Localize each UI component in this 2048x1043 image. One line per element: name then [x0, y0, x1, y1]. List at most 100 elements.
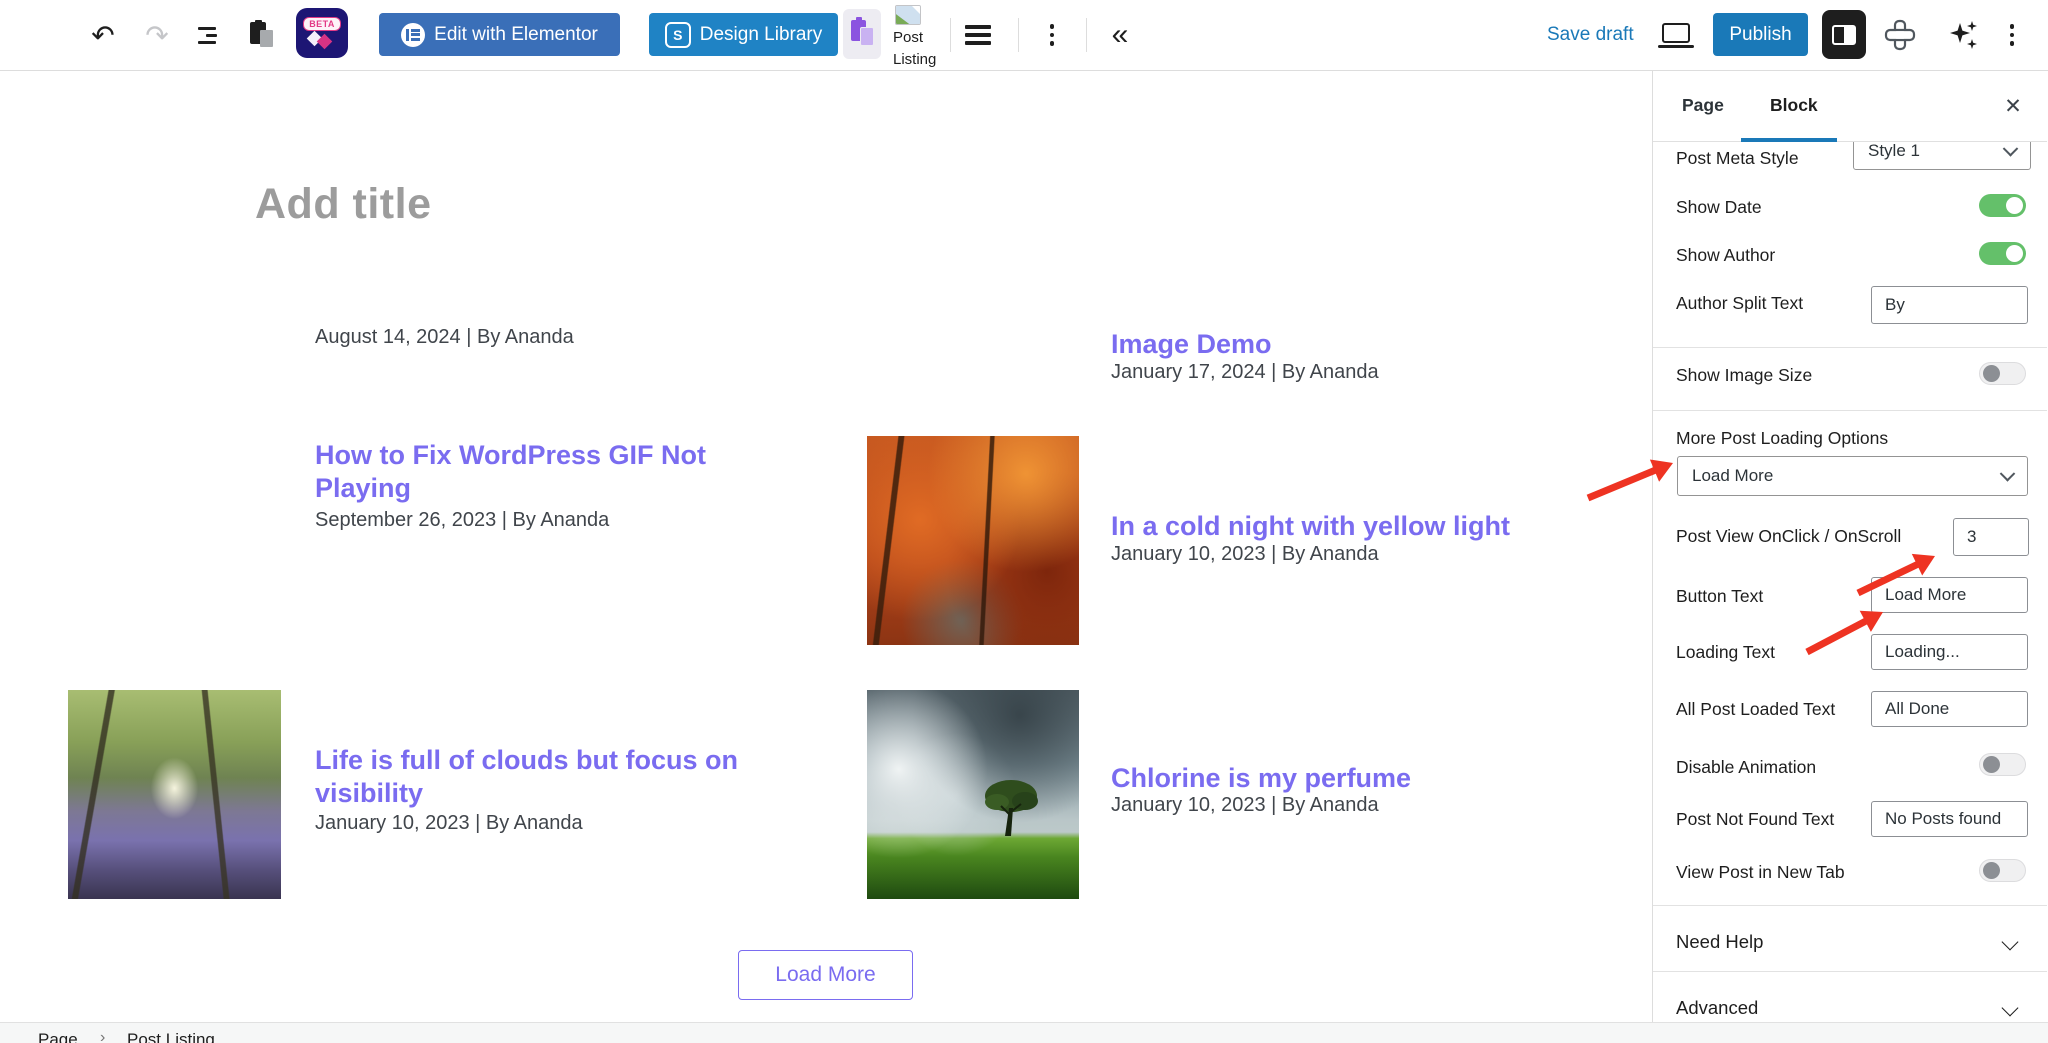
- all-post-loaded-text-input[interactable]: [1871, 691, 2028, 727]
- show-date-toggle[interactable]: [1979, 194, 2026, 217]
- plugin-extension-button[interactable]: [1880, 15, 1920, 55]
- breadcrumb-post-listing[interactable]: Post Listing: [127, 1030, 215, 1043]
- need-help-accordion[interactable]: Need Help: [1676, 931, 1763, 953]
- block-options-button[interactable]: [1040, 23, 1064, 47]
- post-meta: January 10, 2023 | By Ananda: [1111, 794, 1379, 816]
- post-not-found-text-label: Post Not Found Text: [1676, 809, 1835, 829]
- post-title-link[interactable]: How to Fix WordPress GIF Not Playing: [315, 439, 755, 505]
- chevron-down-icon: [2002, 141, 2019, 157]
- copy-all-blocks-button[interactable]: [248, 20, 278, 50]
- close-icon: ✕: [2004, 94, 2022, 118]
- selected-block-label: Post Listing: [893, 29, 937, 67]
- toggle-knob: [1983, 365, 2000, 382]
- tree-silhouette: [985, 780, 1038, 836]
- view-post-in-new-tab-toggle[interactable]: [1979, 859, 2026, 882]
- settings-sidebar-toggle[interactable]: [1822, 10, 1866, 59]
- post-thumbnail-forest-path[interactable]: [68, 690, 281, 899]
- redo-button[interactable]: ↷: [140, 18, 174, 52]
- toolbar-separator: [1018, 18, 1019, 52]
- more-post-loading-options-select[interactable]: Load More: [1677, 456, 2028, 496]
- loading-text-input[interactable]: [1871, 634, 2028, 670]
- sparkles-icon: [1950, 21, 1977, 49]
- post-title-link[interactable]: Life is full of clouds but focus on visi…: [315, 744, 785, 810]
- post-meta: September 26, 2023 | By Ananda: [315, 509, 610, 531]
- section-divider: [1653, 347, 2047, 348]
- post-meta-style-label: Post Meta Style: [1676, 148, 1799, 168]
- editor-topbar: + ↶ ↷ BETA Edit with Elementor S Design …: [0, 0, 2048, 71]
- undo-icon: ↶: [91, 19, 115, 51]
- clipboard-icon: [248, 20, 278, 50]
- sidebar-panel-icon: [1832, 24, 1856, 45]
- redo-icon: ↷: [145, 19, 169, 51]
- more-post-loading-options-label: More Post Loading Options: [1676, 428, 1889, 448]
- design-library-label: Design Library: [699, 23, 823, 45]
- elementor-icon: [401, 22, 426, 47]
- gutenberg-editor: { "colors": { "accent_blue": "#1a79b8", …: [0, 0, 2048, 1043]
- post-meta: August 14, 2024 | By Ananda: [315, 326, 574, 348]
- editor-options-button[interactable]: [2000, 23, 2024, 47]
- design-library-icon: S: [664, 21, 691, 48]
- show-image-size-toggle[interactable]: [1979, 362, 2026, 385]
- breadcrumb-chevron-icon: ›: [100, 1029, 106, 1043]
- edit-with-elementor-button[interactable]: Edit with Elementor: [379, 13, 620, 56]
- show-date-label: Show Date: [1676, 197, 1762, 217]
- author-split-text-input[interactable]: [1871, 286, 2028, 324]
- advanced-accordion[interactable]: Advanced: [1676, 997, 1758, 1019]
- toggle-knob: [1983, 862, 2000, 879]
- chevron-down-icon: [2001, 999, 2019, 1017]
- post-title-input[interactable]: Add title: [255, 180, 431, 229]
- drag-handle-icon: [965, 25, 991, 45]
- list-view-button[interactable]: [198, 24, 224, 46]
- broken-image-icon: [895, 5, 921, 25]
- double-chevron-left-icon: «: [1111, 18, 1129, 51]
- editor-canvas: Add title August 14, 2024 | By Ananda Im…: [0, 70, 1652, 1023]
- undo-button[interactable]: ↶: [86, 18, 120, 52]
- show-author-toggle[interactable]: [1979, 242, 2026, 265]
- chevron-down-icon: [2001, 933, 2019, 951]
- post-thumbnail-stormy-sky[interactable]: [867, 690, 1079, 899]
- author-split-text-label: Author Split Text: [1676, 293, 1804, 313]
- kebab-icon: [2009, 24, 2015, 46]
- tab-block[interactable]: Block: [1764, 94, 1824, 117]
- w-logo-icon: [306, 30, 337, 50]
- post-meta-style-value: Style 1: [1868, 141, 1920, 160]
- disable-animation-toggle[interactable]: [1979, 753, 2026, 776]
- post-title-link[interactable]: In a cold night with yellow light: [1111, 510, 1510, 543]
- ai-assistant-button[interactable]: [1944, 15, 1984, 55]
- section-divider: [1653, 971, 2047, 972]
- block-inserter-button[interactable]: +: [26, 14, 66, 54]
- preview-button[interactable]: [1657, 20, 1695, 50]
- load-more-button[interactable]: Load More: [738, 950, 913, 1000]
- toolbar-separator: [950, 18, 951, 52]
- collapse-toolbar-button[interactable]: «: [1102, 17, 1138, 53]
- show-image-size-label: Show Image Size: [1676, 365, 1813, 385]
- list-view-icon: [198, 26, 217, 44]
- edit-with-elementor-label: Edit with Elementor: [434, 23, 598, 45]
- button-text-input[interactable]: [1871, 577, 2028, 613]
- selected-block-indicator[interactable]: Post Listing: [893, 3, 939, 67]
- button-text-label: Button Text: [1676, 586, 1764, 606]
- sidebar-tabs: Page Block ✕: [1653, 70, 2047, 142]
- toolbar-separator: [1086, 18, 1087, 52]
- editor-footer: Page › Post Listing: [0, 1022, 2048, 1043]
- post-title-link[interactable]: Chlorine is my perfume: [1111, 762, 1411, 795]
- beta-plugin-app-icon[interactable]: BETA: [296, 8, 348, 58]
- save-draft-button[interactable]: Save draft: [1541, 23, 1640, 47]
- plugin-cross-icon: [1884, 19, 1916, 51]
- post-view-onclick-input[interactable]: [1953, 518, 2029, 556]
- tab-page[interactable]: Page: [1676, 94, 1730, 117]
- laptop-icon: [1658, 22, 1694, 48]
- post-title-link[interactable]: Image Demo: [1111, 328, 1272, 361]
- design-library-button[interactable]: S Design Library: [649, 13, 838, 56]
- block-drag-handle[interactable]: [964, 25, 992, 45]
- toggle-knob: [1983, 756, 2000, 773]
- breadcrumb-page[interactable]: Page: [38, 1030, 78, 1043]
- publish-button[interactable]: Publish: [1713, 13, 1808, 56]
- loading-text-label: Loading Text: [1676, 642, 1775, 662]
- show-author-label: Show Author: [1676, 245, 1776, 265]
- post-not-found-text-input[interactable]: [1871, 801, 2028, 837]
- close-sidebar-button[interactable]: ✕: [1997, 90, 2029, 122]
- paste-patterns-button[interactable]: [843, 9, 881, 59]
- view-post-in-new-tab-label: View Post in New Tab: [1676, 862, 1845, 882]
- post-thumbnail-autumn-forest[interactable]: [867, 436, 1079, 645]
